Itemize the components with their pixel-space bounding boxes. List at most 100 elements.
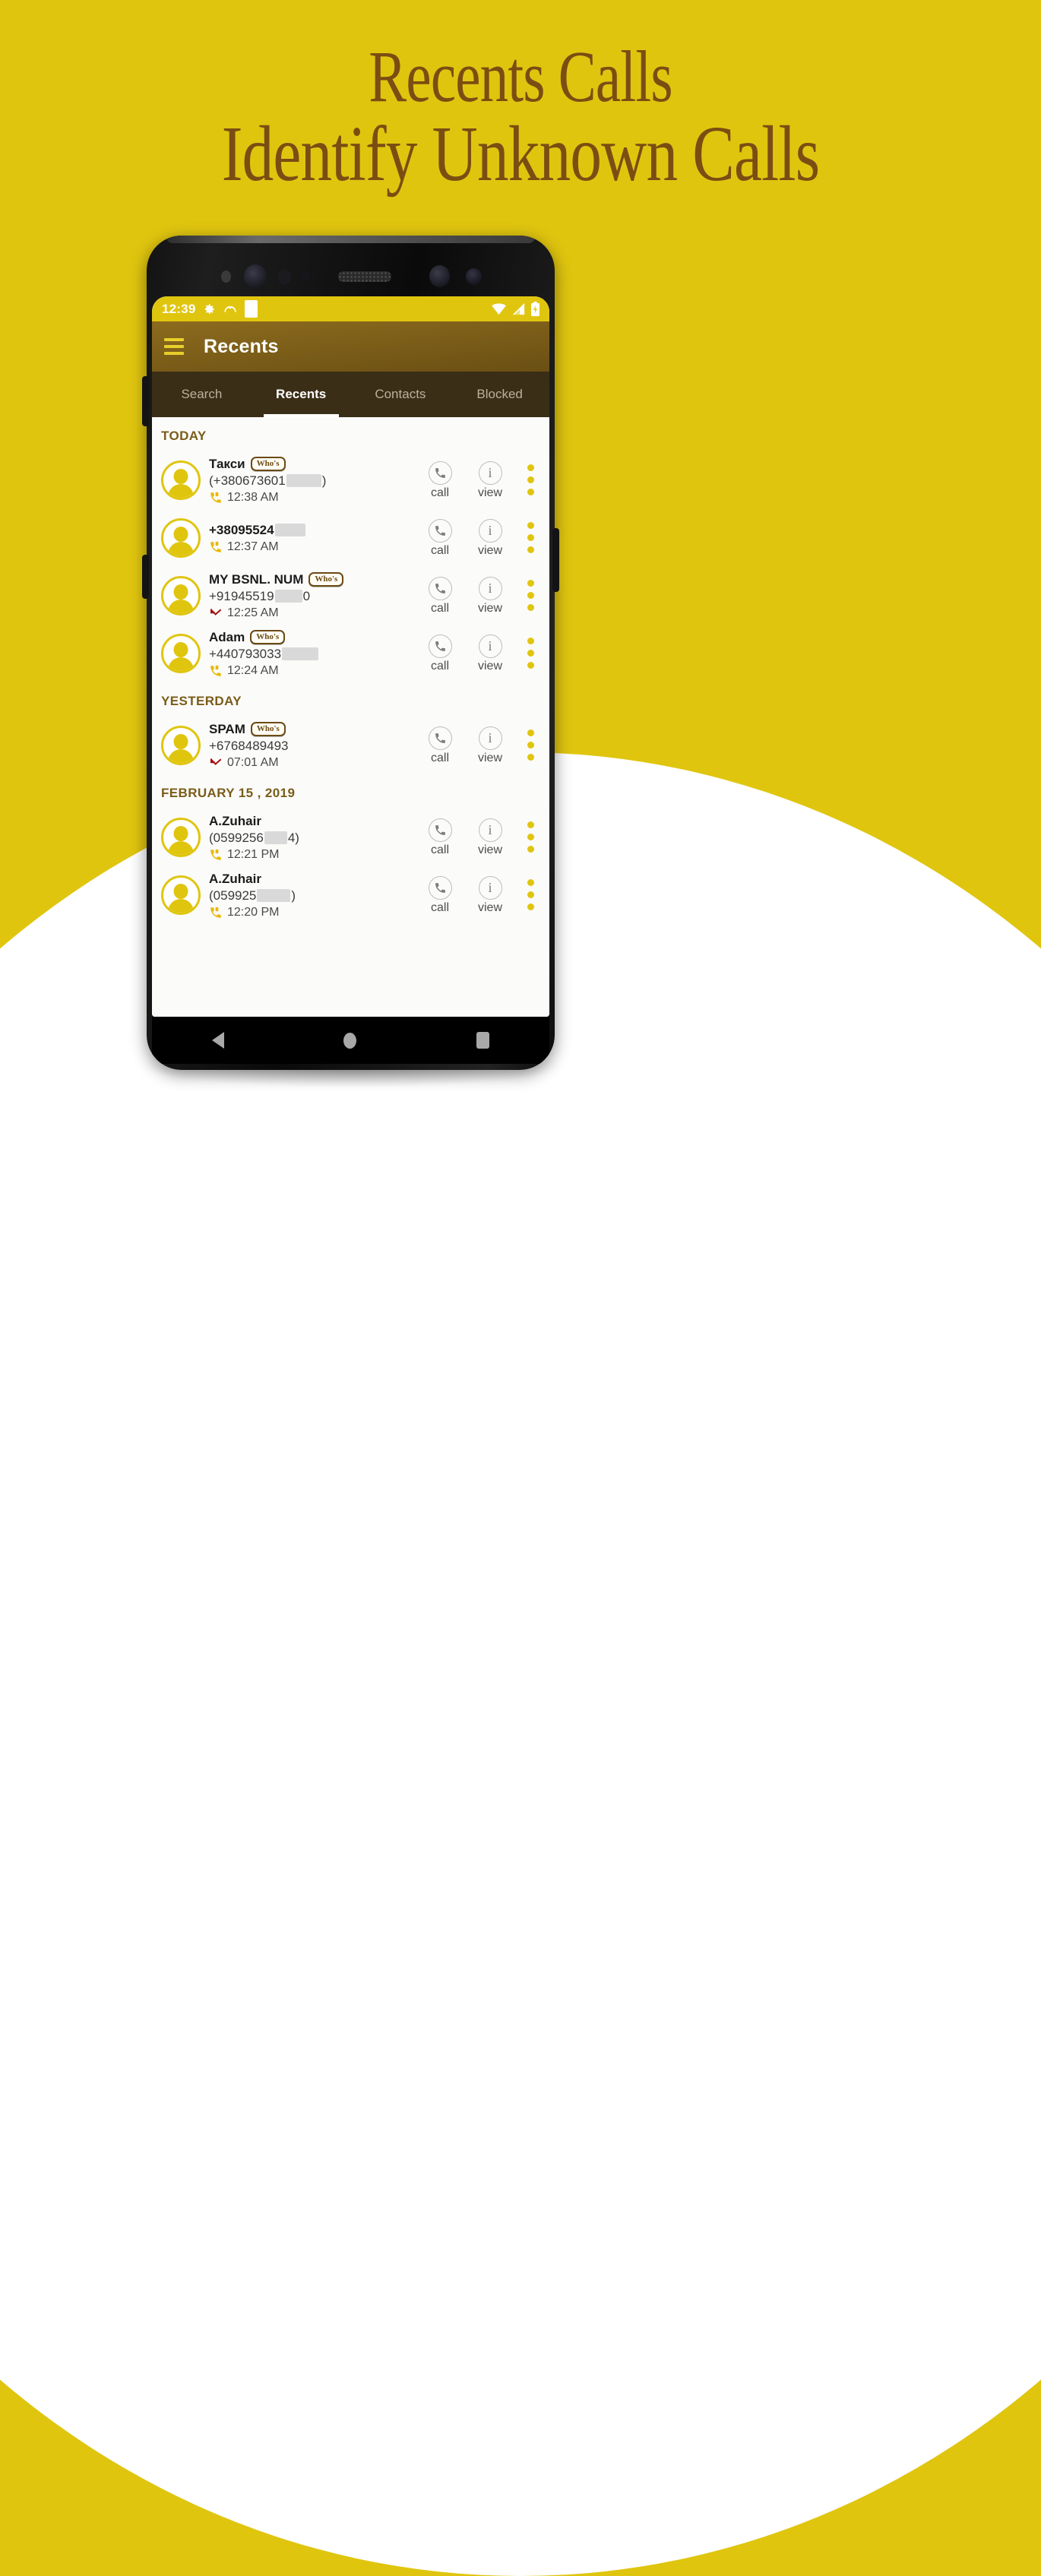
earpiece-speaker-icon: [338, 271, 391, 282]
table-row[interactable]: +38095524 12:37 AM call i view: [152, 509, 549, 567]
tab-bar: Search Recents Contacts Blocked: [152, 372, 549, 417]
contact-name: SPAM: [209, 721, 245, 736]
call-button[interactable]: call: [422, 460, 458, 500]
view-button[interactable]: i view: [472, 518, 508, 558]
tab-blocked[interactable]: Blocked: [450, 372, 549, 417]
phone-number: +91945519 0: [209, 588, 311, 603]
info-icon: i: [478, 875, 502, 900]
row-details: A.Zuhair (059925) 12:20 PM: [209, 872, 422, 919]
app-bar: Recents: [152, 321, 549, 372]
info-icon: i: [478, 518, 502, 543]
info-icon: i: [478, 576, 502, 600]
kebab-menu-icon[interactable]: [522, 876, 539, 910]
kebab-menu-icon[interactable]: [522, 635, 539, 669]
tab-recents[interactable]: Recents: [252, 372, 351, 417]
outgoing-call-icon: [209, 491, 223, 505]
phone-number: (0599256 4): [209, 830, 299, 845]
info-icon: i: [478, 634, 502, 658]
section-header: TODAY: [161, 429, 207, 443]
recents-nav-icon[interactable]: [476, 1032, 490, 1049]
row-actions: call i view: [422, 634, 542, 673]
call-button[interactable]: call: [422, 875, 458, 915]
call-time-line: 12:38 AM: [209, 491, 422, 505]
view-button[interactable]: i view: [472, 818, 508, 857]
page-title: Recents Calls Identify Unknown Calls: [0, 40, 1041, 195]
row-actions: call i view: [422, 576, 542, 616]
name-line: +38095524: [209, 523, 422, 538]
volume-down-button[interactable]: [142, 555, 149, 599]
missed-call-icon: [209, 756, 223, 770]
view-button[interactable]: i view: [472, 576, 508, 616]
view-button[interactable]: i view: [472, 875, 508, 915]
row-actions: call i view: [422, 875, 542, 915]
table-row[interactable]: Adam Who's +440793033 12:24 AM call i view: [152, 625, 549, 682]
name-line: A.Zuhair: [209, 872, 422, 887]
kebab-menu-icon[interactable]: [522, 818, 539, 853]
tab-contacts[interactable]: Contacts: [351, 372, 451, 417]
kebab-menu-icon[interactable]: [522, 461, 539, 495]
call-button[interactable]: call: [422, 576, 458, 616]
table-row[interactable]: A.Zuhair (059925) 12:20 PM call i view: [152, 866, 549, 924]
phone-handset-icon: [428, 518, 452, 543]
view-label: view: [477, 900, 502, 914]
view-button[interactable]: i view: [472, 634, 508, 673]
missed-call-icon: [209, 606, 223, 620]
phone-handset-icon: [428, 634, 452, 658]
battery-icon: [530, 301, 540, 317]
phone-number: (+380673601): [209, 473, 327, 488]
view-label: view: [477, 543, 502, 557]
call-time-line: 12:37 AM: [209, 540, 422, 554]
call-time-line: 12:21 PM: [209, 848, 422, 862]
table-row[interactable]: MY BSNL. NUM Who's +91945519 0 12:25 AM call i…: [152, 567, 549, 625]
row-actions: call i view: [422, 460, 542, 500]
call-button[interactable]: call: [422, 518, 458, 558]
view-button[interactable]: i view: [472, 726, 508, 765]
call-button[interactable]: call: [422, 726, 458, 765]
view-label: view: [477, 751, 502, 764]
kebab-menu-icon[interactable]: [522, 577, 539, 611]
contact-name: A.Zuhair: [209, 813, 261, 828]
home-nav-icon[interactable]: [343, 1032, 357, 1049]
signal-icon: [511, 302, 526, 315]
call-log-list[interactable]: TODAY Такси Who's (+380673601) 12:38 AM call i…: [152, 417, 549, 1017]
power-button[interactable]: [552, 528, 559, 592]
avatar: [161, 576, 201, 616]
tab-search[interactable]: Search: [152, 372, 252, 417]
back-nav-icon[interactable]: [211, 1032, 224, 1049]
phone-mockup: 12:39 Recents Search Recents Contacts Bl…: [138, 236, 564, 1088]
white-notification-icon: [245, 300, 258, 318]
light-sensor-icon: [300, 271, 310, 281]
name-line: SPAM Who's: [209, 722, 422, 737]
name-line: A.Zuhair: [209, 814, 422, 829]
table-row[interactable]: A.Zuhair (0599256 4) 12:21 PM call i view: [152, 809, 549, 866]
hamburger-menu-icon[interactable]: [164, 338, 184, 355]
volume-up-button[interactable]: [142, 376, 149, 426]
avatar: [161, 518, 201, 558]
call-label: call: [430, 543, 449, 557]
contact-name: +38095524: [209, 523, 306, 538]
row-actions: call i view: [422, 726, 542, 765]
gear-icon: [202, 302, 216, 316]
call-button[interactable]: call: [422, 634, 458, 673]
whos-badge: Who's: [250, 629, 286, 645]
led-indicator-icon: [221, 271, 231, 283]
kebab-menu-icon[interactable]: [522, 726, 539, 761]
view-button[interactable]: i view: [472, 460, 508, 500]
call-label: call: [430, 659, 449, 672]
whos-badge: Who's: [250, 456, 286, 472]
phone-number: (059925): [209, 888, 296, 903]
call-time-line: 12:20 PM: [209, 906, 422, 919]
avatar: [161, 460, 201, 500]
call-time-line: 12:25 AM: [209, 606, 422, 620]
call-time-line: 12:24 AM: [209, 664, 422, 678]
row-details: Adam Who's +440793033 12:24 AM: [209, 630, 422, 678]
contact-name: A.Zuhair: [209, 871, 261, 886]
kebab-menu-icon[interactable]: [522, 519, 539, 553]
phone-top-antenna: [166, 236, 535, 243]
row-details: SPAM Who's +6768489493 07:01 AM: [209, 722, 422, 770]
call-button[interactable]: call: [422, 818, 458, 857]
app-bar-title: Recents: [204, 335, 279, 357]
table-row[interactable]: Такси Who's (+380673601) 12:38 AM call i view: [152, 451, 549, 509]
table-row[interactable]: SPAM Who's +6768489493 07:01 AM call i view: [152, 717, 549, 774]
status-time: 12:39: [162, 301, 196, 316]
